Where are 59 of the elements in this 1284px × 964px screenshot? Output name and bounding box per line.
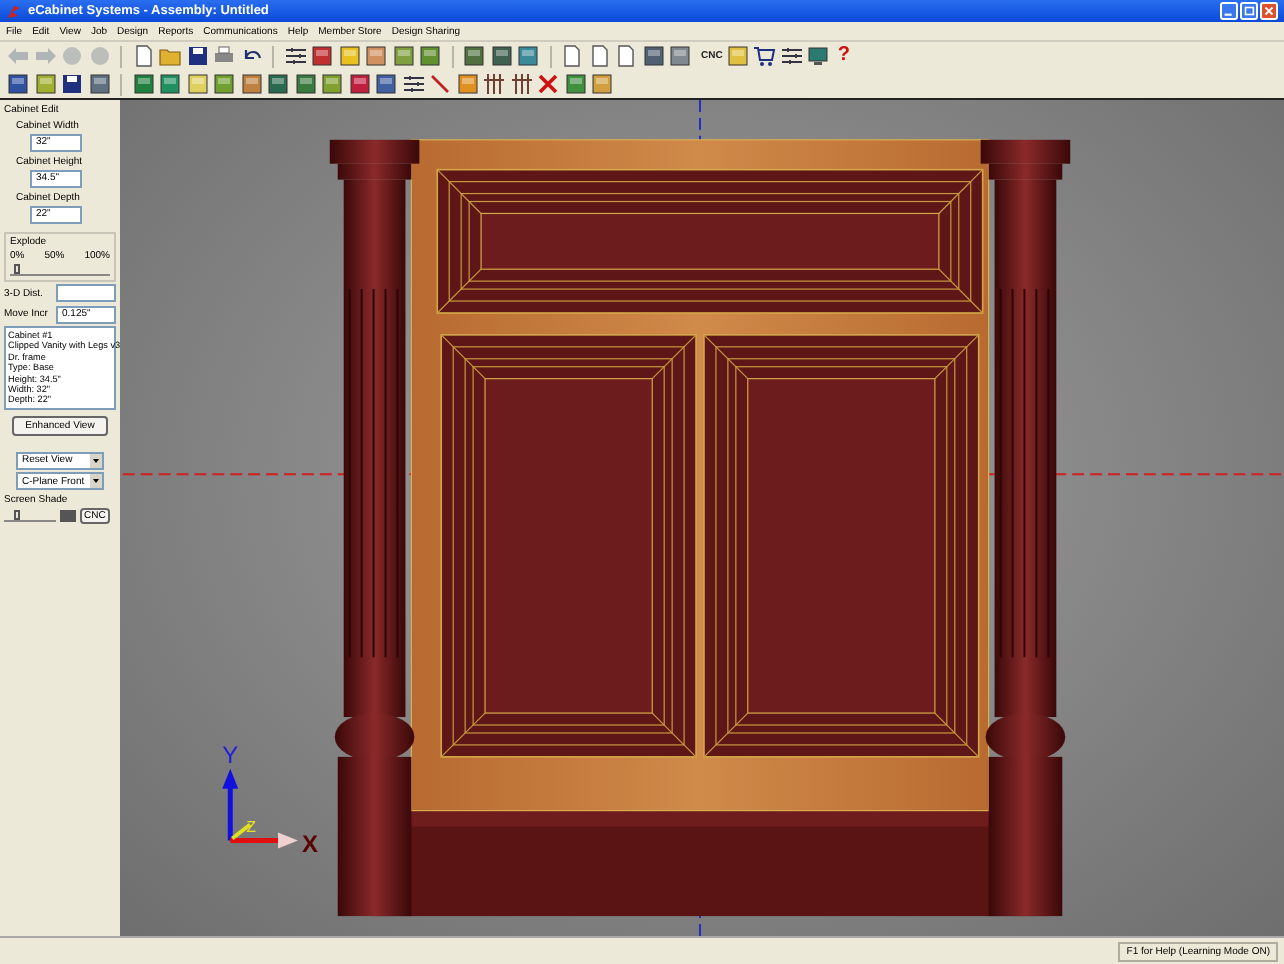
slider-lines-icon[interactable] [779, 44, 804, 68]
tile-icon[interactable] [212, 72, 236, 96]
axis-label: X [301, 830, 318, 859]
close-icon [1262, 4, 1276, 18]
input-field[interactable] [56, 284, 116, 302]
tile-icon[interactable] [320, 72, 344, 96]
y-axis-arrow [222, 768, 239, 841]
dropdown-caret-icon [90, 474, 102, 489]
tile-icon[interactable] [668, 44, 692, 68]
x-axis-arrow [230, 832, 298, 849]
restore-button[interactable] [1240, 2, 1258, 20]
tile-icon[interactable] [641, 44, 665, 68]
tile-icon[interactable] [516, 44, 540, 68]
help-button[interactable]: ? [833, 44, 854, 68]
tile-icon[interactable] [158, 72, 182, 96]
tile-icon[interactable] [364, 44, 388, 68]
tile-icon[interactable] [266, 72, 290, 96]
printer-icon[interactable] [212, 44, 236, 68]
tile-icon[interactable] [462, 44, 486, 68]
diagonal-line-icon[interactable] [428, 72, 452, 96]
tile-icon[interactable] [418, 44, 442, 68]
tile-icon[interactable] [239, 72, 263, 96]
app-logo-icon [6, 3, 22, 19]
cart-icon[interactable] [752, 44, 777, 68]
tile-icon[interactable] [489, 44, 513, 68]
tile-icon[interactable] [455, 72, 479, 96]
tile-icon[interactable] [131, 72, 155, 96]
slider-lines-icon[interactable] [283, 44, 307, 68]
delete-icon[interactable] [536, 72, 560, 96]
document-icon[interactable] [587, 44, 611, 68]
tile-icon[interactable] [33, 72, 57, 96]
tile-icon[interactable] [563, 72, 587, 96]
axis-label: Z [246, 818, 256, 837]
axis-label: Y [222, 740, 239, 769]
tile-icon[interactable] [293, 72, 317, 96]
close-button[interactable] [1260, 2, 1278, 20]
tile-icon[interactable] [725, 44, 750, 68]
vertical-bars-icon[interactable] [482, 72, 506, 96]
slider-lines-icon[interactable] [401, 72, 425, 96]
tile-icon[interactable] [590, 72, 614, 96]
document-icon[interactable] [614, 44, 638, 68]
shade-slider[interactable] [4, 510, 56, 523]
restore-icon [1242, 4, 1256, 18]
tile-icon[interactable] [87, 72, 111, 96]
tile-icon[interactable] [310, 44, 334, 68]
monitor-icon[interactable] [806, 44, 831, 68]
vertical-bars-icon[interactable] [509, 72, 533, 96]
tile-icon[interactable] [337, 44, 361, 68]
dropdown-caret-icon [90, 453, 102, 468]
minimize-button[interactable] [1220, 2, 1238, 20]
document-icon[interactable] [560, 44, 584, 68]
shade-swatch [60, 510, 76, 523]
document-icon[interactable] [131, 44, 155, 68]
tile-icon[interactable] [347, 72, 371, 96]
tile-icon[interactable] [6, 72, 30, 96]
tile-icon[interactable] [185, 72, 209, 96]
tile-icon[interactable] [391, 44, 415, 68]
tile-icon[interactable] [374, 72, 398, 96]
explode-slider[interactable] [10, 263, 110, 275]
